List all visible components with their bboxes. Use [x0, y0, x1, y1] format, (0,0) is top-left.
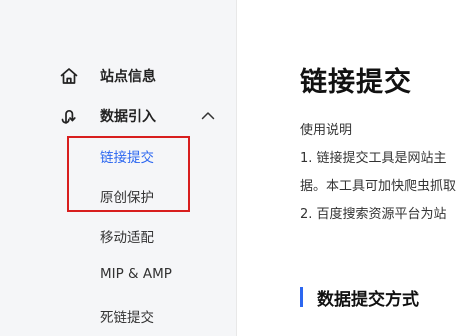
section-accent-bar [300, 287, 303, 307]
sidebar-item-site-info[interactable]: 站点信息 [0, 59, 236, 93]
sidebar-item-label: 数据引入 [100, 109, 156, 125]
page-title: 链接提交 [300, 67, 412, 98]
sidebar-subitem-mobile-adaptation[interactable]: 移动适配 [100, 226, 154, 246]
usage-heading: 使用说明 [300, 123, 353, 138]
usage-line: 2. 百度搜索资源平台为站 [300, 207, 447, 222]
main-content: 链接提交 使用说明 1. 链接提交工具是网站主 据。本工具可加快爬虫抓取 2. … [237, 0, 457, 336]
sidebar-item-data-import[interactable]: 数据引入 [0, 99, 236, 133]
usage-line: 据。本工具可加快爬虫抓取 [300, 179, 457, 194]
data-import-icon [58, 105, 80, 127]
chevron-up-icon[interactable] [199, 107, 217, 125]
sidebar-subitem-mip-amp[interactable]: MIP & AMP [100, 266, 172, 282]
section-title: 数据提交方式 [317, 290, 419, 310]
home-icon [58, 65, 80, 87]
usage-line: 1. 链接提交工具是网站主 [300, 151, 447, 166]
sidebar-subitem-dead-link-submit[interactable]: 死链提交 [100, 306, 154, 326]
sidebar: 站点信息 数据引入 链接提交 原创保护 移动适配 MIP & AMP 死链提交 [0, 0, 237, 336]
highlight-box [67, 136, 190, 212]
sidebar-item-label: 站点信息 [100, 69, 156, 85]
